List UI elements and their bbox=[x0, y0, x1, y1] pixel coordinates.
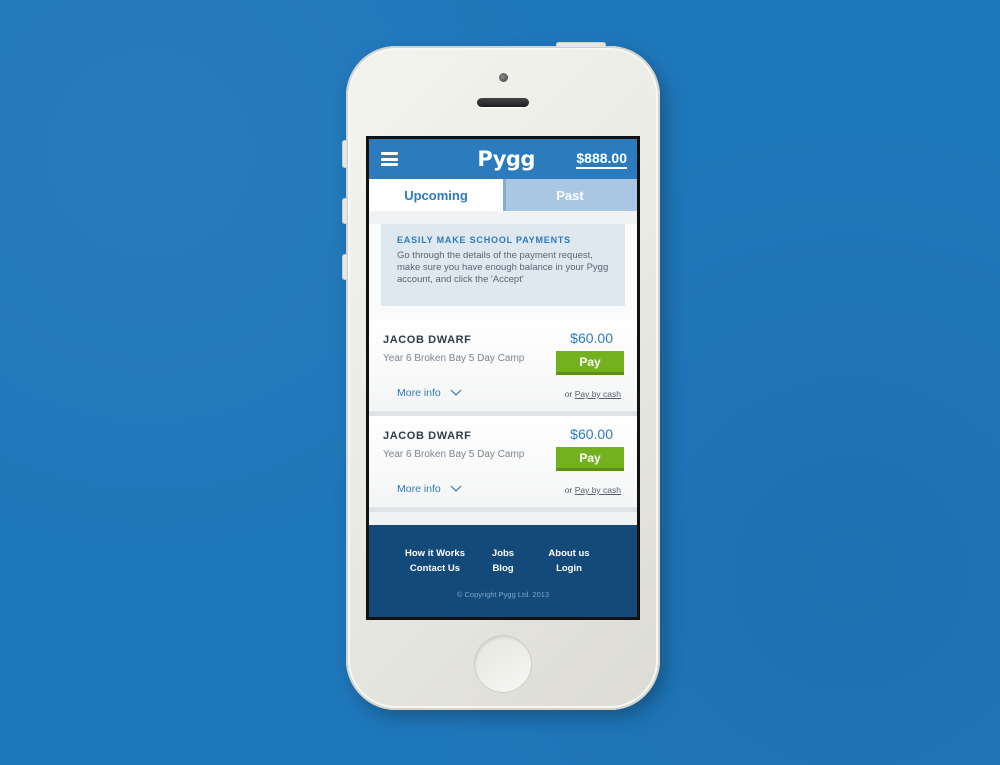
payer-name: JACOB DWARF bbox=[383, 430, 472, 442]
footer-link-jobs[interactable]: Jobs bbox=[492, 546, 514, 561]
footer-link-login[interactable]: Login bbox=[556, 561, 582, 576]
tab-upcoming[interactable]: Upcoming bbox=[369, 179, 503, 211]
footer-column: How it Works Contact Us bbox=[403, 546, 467, 576]
payment-card: JACOB DWARF Year 6 Broken Bay 5 Day Camp… bbox=[369, 320, 637, 416]
info-title: EASILY MAKE SCHOOL PAYMENTS bbox=[397, 235, 571, 245]
payments-content: EASILY MAKE SCHOOL PAYMENTS Go through t… bbox=[369, 224, 637, 512]
more-info-label: More info bbox=[397, 483, 441, 495]
payer-name: JACOB DWARF bbox=[383, 334, 472, 346]
footer-link-blog[interactable]: Blog bbox=[492, 561, 513, 576]
footer-column: Jobs Blog bbox=[483, 546, 523, 576]
account-balance[interactable]: $888.00 bbox=[576, 150, 627, 169]
mute-switch bbox=[342, 140, 348, 168]
info-text: Go through the details of the payment re… bbox=[397, 250, 609, 285]
more-info-toggle[interactable]: More info bbox=[397, 387, 462, 399]
more-info-label: More info bbox=[397, 387, 441, 399]
app-footer: How it Works Contact Us Jobs Blog About … bbox=[369, 525, 637, 617]
payment-card: JACOB DWARF Year 6 Broken Bay 5 Day Camp… bbox=[369, 416, 637, 512]
phone-screen: Pygg $888.00 Upcoming Past EASILY MAKE S… bbox=[366, 136, 640, 620]
payment-description: Year 6 Broken Bay 5 Day Camp bbox=[383, 449, 525, 460]
info-box: EASILY MAKE SCHOOL PAYMENTS Go through t… bbox=[381, 224, 625, 306]
chevron-down-icon bbox=[450, 389, 462, 396]
earpiece-speaker bbox=[477, 98, 529, 107]
chevron-down-icon bbox=[450, 485, 462, 492]
volume-down-button bbox=[342, 254, 348, 280]
footer-link-contact-us[interactable]: Contact Us bbox=[410, 561, 460, 576]
volume-up-button bbox=[342, 198, 348, 224]
pay-button[interactable]: Pay bbox=[556, 447, 624, 471]
payment-amount: $60.00 bbox=[570, 426, 613, 442]
payment-amount: $60.00 bbox=[570, 330, 613, 346]
pay-by-cash-line: or Pay by cash bbox=[565, 485, 621, 495]
app-header: Pygg $888.00 bbox=[369, 139, 637, 179]
pygg-app: Pygg $888.00 Upcoming Past EASILY MAKE S… bbox=[369, 139, 637, 617]
footer-link-about-us[interactable]: About us bbox=[548, 546, 589, 561]
pay-button[interactable]: Pay bbox=[556, 351, 624, 375]
app-logo[interactable]: Pygg bbox=[477, 147, 535, 171]
front-camera bbox=[499, 73, 508, 82]
footer-link-how-it-works[interactable]: How it Works bbox=[405, 546, 465, 561]
phone-device: Pygg $888.00 Upcoming Past EASILY MAKE S… bbox=[342, 42, 660, 710]
pay-by-cash-link[interactable]: Pay by cash bbox=[575, 485, 621, 495]
copyright-text: © Copyright Pygg Ltd. 2013 bbox=[456, 590, 550, 599]
cash-prefix: or bbox=[564, 389, 573, 399]
power-button bbox=[556, 42, 606, 48]
cash-prefix: or bbox=[564, 485, 573, 495]
pay-by-cash-line: or Pay by cash bbox=[565, 389, 621, 399]
footer-column: About us Login bbox=[541, 546, 597, 576]
tab-bar: Upcoming Past bbox=[369, 179, 637, 211]
more-info-toggle[interactable]: More info bbox=[397, 483, 462, 495]
tab-past[interactable]: Past bbox=[503, 179, 637, 211]
payment-description: Year 6 Broken Bay 5 Day Camp bbox=[383, 353, 525, 364]
hamburger-menu-icon[interactable] bbox=[381, 152, 398, 166]
pay-by-cash-link[interactable]: Pay by cash bbox=[575, 389, 621, 399]
home-button bbox=[474, 635, 532, 693]
